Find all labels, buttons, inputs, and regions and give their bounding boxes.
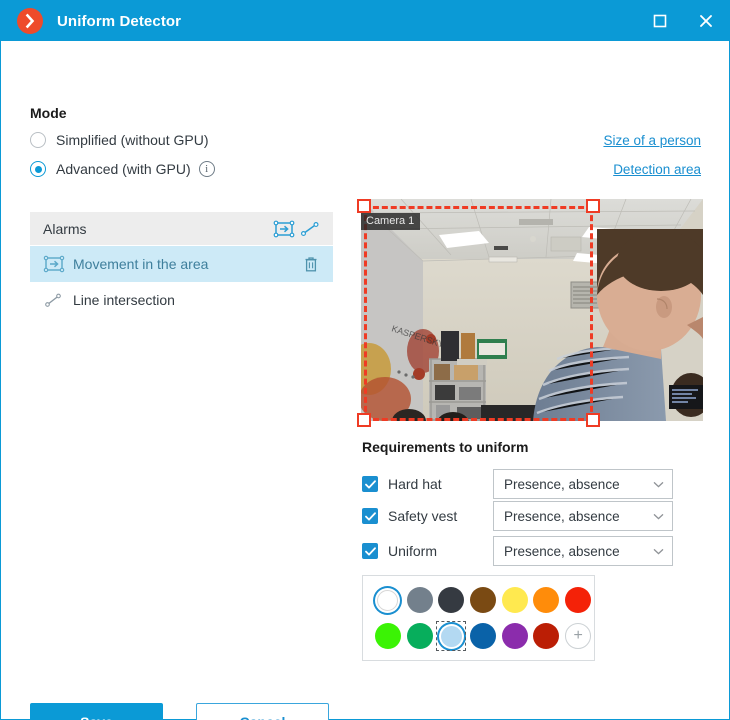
- checkbox-uniform[interactable]: [362, 543, 378, 559]
- roi-handle-top-left[interactable]: [357, 199, 371, 213]
- radio-simplified-label: Simplified (without GPU): [56, 132, 209, 148]
- alarm-item-line-intersection[interactable]: Line intersection: [30, 282, 333, 318]
- color-dot-orange: [533, 587, 560, 613]
- title-bar: Uniform Detector: [1, 1, 729, 41]
- color-swatch-purple[interactable]: [499, 620, 531, 652]
- color-dot-green: [406, 623, 433, 649]
- color-swatch-orange[interactable]: [531, 584, 563, 616]
- add-area-icon: [273, 220, 295, 237]
- select-uniform[interactable]: Presence, absence: [493, 536, 673, 566]
- color-swatch-green[interactable]: [404, 620, 436, 652]
- maximize-button[interactable]: [637, 1, 683, 41]
- color-swatch-yellow[interactable]: [499, 584, 531, 616]
- window-controls: [637, 1, 729, 41]
- alarm-item-label: Line intersection: [73, 292, 175, 308]
- color-swatch-bright-green[interactable]: [372, 620, 404, 652]
- area-icon: [43, 255, 67, 273]
- color-swatch-add-color[interactable]: +: [562, 620, 594, 652]
- alarm-item-label: Movement in the area: [73, 256, 209, 272]
- line-icon: [43, 291, 67, 309]
- checkbox-safety-vest[interactable]: [362, 508, 378, 524]
- select-safety-vest[interactable]: Presence, absence: [493, 501, 673, 531]
- radio-advanced[interactable]: Advanced (with GPU) i: [30, 161, 215, 177]
- color-dot-blue: [470, 623, 497, 649]
- color-swatch-light-blue[interactable]: [435, 620, 467, 652]
- color-dot-yellow: [501, 587, 528, 613]
- color-palette-row-2: +: [372, 620, 594, 652]
- color-dot-dark-gray: [438, 587, 465, 613]
- color-palette: +: [362, 575, 595, 661]
- color-dot-gray: [406, 587, 433, 613]
- cancel-button[interactable]: Cancel: [196, 703, 329, 720]
- check-icon: [364, 546, 376, 555]
- detection-area-roi[interactable]: [364, 206, 593, 421]
- requirement-label-hard-hat: Hard hat: [388, 476, 442, 492]
- requirement-label-safety-vest: Safety vest: [388, 508, 458, 524]
- color-dot-white: [377, 589, 399, 611]
- color-dot-red: [565, 587, 592, 613]
- roi-handle-top-right[interactable]: [586, 199, 600, 213]
- add-line-button[interactable]: [297, 217, 323, 241]
- select-uniform-value: Presence, absence: [504, 543, 620, 559]
- app-title: Uniform Detector: [57, 12, 182, 30]
- chevron-right-logo-icon: [25, 13, 35, 29]
- color-swatch-white[interactable]: [372, 584, 404, 616]
- roi-handle-bottom-left[interactable]: [357, 413, 371, 427]
- requirements-title: Requirements to uniform: [362, 439, 529, 455]
- requirement-row-uniform: Uniform Presence, absence: [362, 536, 692, 566]
- delete-alarm-button[interactable]: [301, 256, 321, 273]
- radio-simplified-indicator[interactable]: [30, 132, 46, 148]
- roi-handle-bottom-right[interactable]: [586, 413, 600, 427]
- requirement-row-safety-vest: Safety vest Presence, absence: [362, 501, 692, 531]
- radio-simplified[interactable]: Simplified (without GPU): [30, 132, 209, 148]
- alarm-item-movement-in-the-area[interactable]: Movement in the area: [30, 246, 333, 282]
- alarms-list: Movement in the area Line intersection: [30, 246, 333, 318]
- color-swatch-dark-gray[interactable]: [435, 584, 467, 616]
- chevron-down-icon: [652, 510, 664, 522]
- chevron-down-icon: [652, 545, 664, 557]
- close-button[interactable]: [683, 1, 729, 41]
- select-hard-hat-value: Presence, absence: [504, 476, 620, 492]
- save-button[interactable]: Save: [30, 703, 163, 720]
- color-dot-light-blue: [440, 625, 462, 647]
- color-swatch-brown[interactable]: [467, 584, 499, 616]
- video-preview[interactable]: KASPERSKY Camera 1: [357, 199, 703, 427]
- camera-label: Camera 1: [361, 213, 421, 230]
- requirement-row-hard-hat: Hard hat Presence, absence: [362, 469, 692, 499]
- color-swatch-red[interactable]: [562, 584, 594, 616]
- uniform-detector-window: Uniform Detector Mode Simplified (withou…: [0, 0, 730, 720]
- color-dot-brown: [470, 587, 497, 613]
- alarms-header: Alarms: [30, 212, 333, 245]
- radio-advanced-indicator[interactable]: [30, 161, 46, 177]
- select-hard-hat[interactable]: Presence, absence: [493, 469, 673, 499]
- color-palette-row-1: [372, 584, 594, 616]
- link-detection-area[interactable]: Detection area: [613, 162, 701, 177]
- color-dot-dark-red: [533, 623, 560, 649]
- trash-icon: [305, 256, 317, 271]
- color-swatch-gray[interactable]: [404, 584, 436, 616]
- color-dot-purple: [501, 623, 528, 649]
- check-icon: [364, 511, 376, 520]
- alarms-header-label: Alarms: [43, 220, 87, 237]
- select-safety-vest-value: Presence, absence: [504, 508, 620, 524]
- color-dot-bright-green: [374, 623, 401, 649]
- link-size-of-a-person[interactable]: Size of a person: [603, 133, 701, 148]
- info-icon[interactable]: i: [198, 161, 215, 177]
- add-area-button[interactable]: [271, 217, 297, 241]
- check-icon: [364, 479, 376, 488]
- dialog-body: Mode Simplified (without GPU) Advanced (…: [1, 41, 729, 720]
- mode-section-title: Mode: [30, 105, 67, 121]
- radio-advanced-label: Advanced (with GPU): [56, 161, 191, 177]
- color-swatch-blue[interactable]: [467, 620, 499, 652]
- app-logo-icon: [17, 8, 43, 34]
- color-swatch-dark-red[interactable]: [531, 620, 563, 652]
- close-icon: [700, 15, 712, 27]
- chevron-down-icon: [652, 478, 664, 490]
- checkbox-hard-hat[interactable]: [362, 476, 378, 492]
- requirement-label-uniform: Uniform: [388, 543, 438, 559]
- add-color-icon: +: [565, 623, 592, 649]
- add-line-icon: [300, 221, 319, 236]
- maximize-icon: [653, 14, 667, 28]
